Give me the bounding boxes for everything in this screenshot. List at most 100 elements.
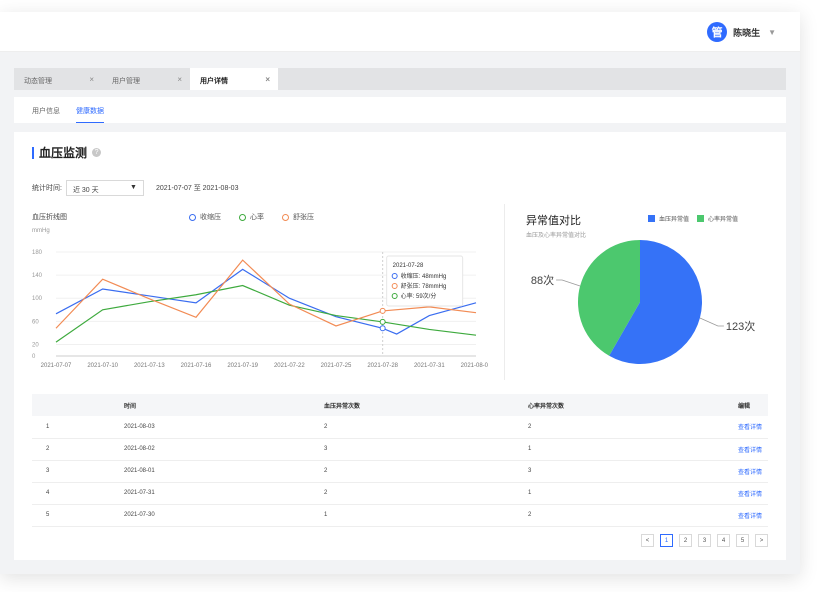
dropdown-arrow-icon: ▼ (130, 184, 137, 191)
legend-item-diastolic[interactable]: 舒张压 (282, 212, 314, 222)
legend-marker (282, 213, 289, 221)
row-bp-count: 2 (316, 460, 520, 483)
line-chart-title: 血压折线图 (32, 214, 67, 221)
x-tick-label: 2021-07-16 (181, 363, 212, 369)
row-hr-count: 1 (520, 482, 730, 505)
prev-page-button[interactable]: < (641, 534, 654, 547)
col-index (32, 394, 116, 416)
view-details-link[interactable]: 查看详情 (730, 482, 768, 505)
y-tick-label: 180 (32, 250, 43, 256)
row-index: 1 (32, 416, 116, 439)
legend-label: 心率异常值 (708, 217, 739, 223)
legend-item-heart-rate[interactable]: 心率 (239, 212, 264, 222)
table-row: 4 2021-07-31 2 1 查看详情 (32, 482, 768, 505)
row-bp-count: 2 (316, 482, 520, 505)
subtab-health-data[interactable]: 健康数据 (76, 97, 104, 123)
close-icon[interactable]: × (177, 75, 182, 84)
x-tick-label: 2021-07-13 (134, 363, 165, 369)
user-menu[interactable]: 管 陈晓生 ▼ (707, 22, 776, 42)
subtab-user-info[interactable]: 用户信息 (32, 97, 60, 123)
y-tick-label: 0 (32, 354, 36, 360)
y-tick-label: 20 (32, 342, 39, 348)
legend-label: 血压异常值 (659, 217, 690, 223)
chart-tooltip: 2021-07-28 收缩压: 48mmHg 舒张压: 78mmHg 心率: 59次/… (386, 255, 464, 307)
view-details-link[interactable]: 查看详情 (730, 416, 768, 439)
avatar[interactable]: 管 (707, 22, 728, 42)
vertical-divider (504, 204, 505, 380)
close-icon[interactable]: × (89, 75, 94, 84)
section-title: 血压监测 ? (32, 144, 102, 161)
page-button-3[interactable]: 3 (698, 534, 711, 547)
view-details-link[interactable]: 查看详情 (730, 438, 768, 461)
page-button-5[interactable]: 5 (736, 534, 749, 547)
row-hr-count: 2 (520, 416, 730, 439)
page-button-4[interactable]: 4 (717, 534, 730, 547)
tab-users[interactable]: 用户管理 × (102, 68, 190, 90)
col-hr-count: 心率异常次数 (528, 403, 565, 410)
row-date: 2021-07-31 (116, 482, 316, 505)
next-page-button[interactable]: > (755, 534, 768, 547)
series-point (379, 325, 386, 332)
tooltip-item: 舒张压: 78mmHg (401, 282, 447, 290)
series-point (379, 318, 386, 325)
page-tabs: 动态管理 × 用户管理 × 用户详情 × (14, 68, 786, 90)
legend-item-systolic[interactable]: 收缩压 (189, 212, 221, 222)
x-tick-label: 2021-07-19 (227, 363, 258, 369)
row-date: 2021-08-03 (116, 416, 316, 439)
tooltip-date: 2021-07-28 (393, 263, 424, 269)
help-icon[interactable]: ? (92, 148, 102, 157)
pie-legend-item-bp[interactable]: 血压异常值 (648, 214, 689, 223)
row-bp-count: 1 (316, 504, 520, 527)
row-index: 5 (32, 504, 116, 527)
blood-pressure-line-chart[interactable]: 0 20 60 100 140 180 2021-07-07 2021-07-10 2021-0… (28, 232, 488, 380)
close-icon[interactable]: × (265, 75, 270, 84)
abnormal-pie-chart[interactable]: 123次 88次 (514, 240, 784, 380)
row-index: 3 (32, 460, 116, 483)
y-tick-label: 60 (32, 319, 39, 325)
series-point (379, 307, 386, 314)
table-row: 3 2021-08-01 2 3 查看详情 (32, 460, 768, 483)
x-tick-label: 2021-07-31 (414, 363, 445, 369)
tooltip-item: 心率: 59次/分 (401, 292, 437, 300)
title-accent-bar (32, 146, 34, 159)
time-filter: 统计时间: 近 30 天 ▼ 2021-07-07 至 2021-08-03 (32, 180, 238, 196)
row-date: 2021-08-02 (116, 438, 316, 461)
col-bp-count: 血压异常次数 (324, 403, 361, 410)
view-details-link[interactable]: 查看详情 (730, 504, 768, 527)
pie-legend-item-hr[interactable]: 心率异常值 (697, 214, 738, 223)
page-title: 血压监测 (39, 146, 88, 160)
table-header-row: 时间 血压异常次数 心率异常次数 编辑 (32, 394, 768, 416)
table-row: 5 2021-07-30 1 2 查看详情 (32, 504, 768, 527)
x-tick-label: 2021-07-07 (41, 363, 72, 369)
row-hr-count: 3 (520, 460, 730, 483)
x-tick-label: 2021-07-28 (367, 363, 398, 369)
legend-swatch (697, 215, 705, 222)
x-tick-label: 2021-07-10 (87, 363, 118, 369)
tab-user-detail[interactable]: 用户详情 × (190, 68, 278, 90)
x-tick-label: 2021-07-25 (321, 363, 352, 369)
x-tick-label: 2021-08-03 (461, 363, 488, 369)
chevron-down-icon[interactable]: ▼ (768, 28, 776, 37)
row-hr-count: 1 (520, 438, 730, 461)
row-bp-count: 3 (316, 438, 520, 461)
page-button-2[interactable]: 2 (679, 534, 692, 547)
app-window: 管 陈晓生 ▼ 动态管理 × 用户管理 × 用户详情 × 用户信息 健康数据 血… (0, 12, 800, 574)
row-index: 4 (32, 482, 116, 505)
col-edit: 编辑 (738, 403, 751, 410)
username[interactable]: 陈晓生 (733, 26, 760, 39)
row-index: 2 (32, 438, 116, 461)
pie-legend: 血压异常值 心率异常值 (640, 214, 738, 223)
top-header: 管 陈晓生 ▼ (0, 12, 800, 52)
view-details-link[interactable]: 查看详情 (730, 460, 768, 483)
period-selected: 近 30 天 (72, 187, 99, 194)
legend-marker (189, 213, 196, 221)
line-legend: 收缩压 心率 舒张压 (189, 212, 332, 222)
tab-label: 用户详情 (200, 78, 228, 85)
pie-label: 88次 (531, 273, 554, 287)
page-button-1[interactable]: 1 (660, 534, 673, 547)
tab-dynamic[interactable]: 动态管理 × (14, 68, 102, 90)
filter-label: 统计时间: (32, 185, 62, 192)
health-card: 血压监测 ? 统计时间: 近 30 天 ▼ 2021-07-07 至 2021-… (14, 132, 786, 560)
y-tick-label: 100 (32, 296, 43, 302)
period-select[interactable]: 近 30 天 ▼ (65, 180, 144, 196)
